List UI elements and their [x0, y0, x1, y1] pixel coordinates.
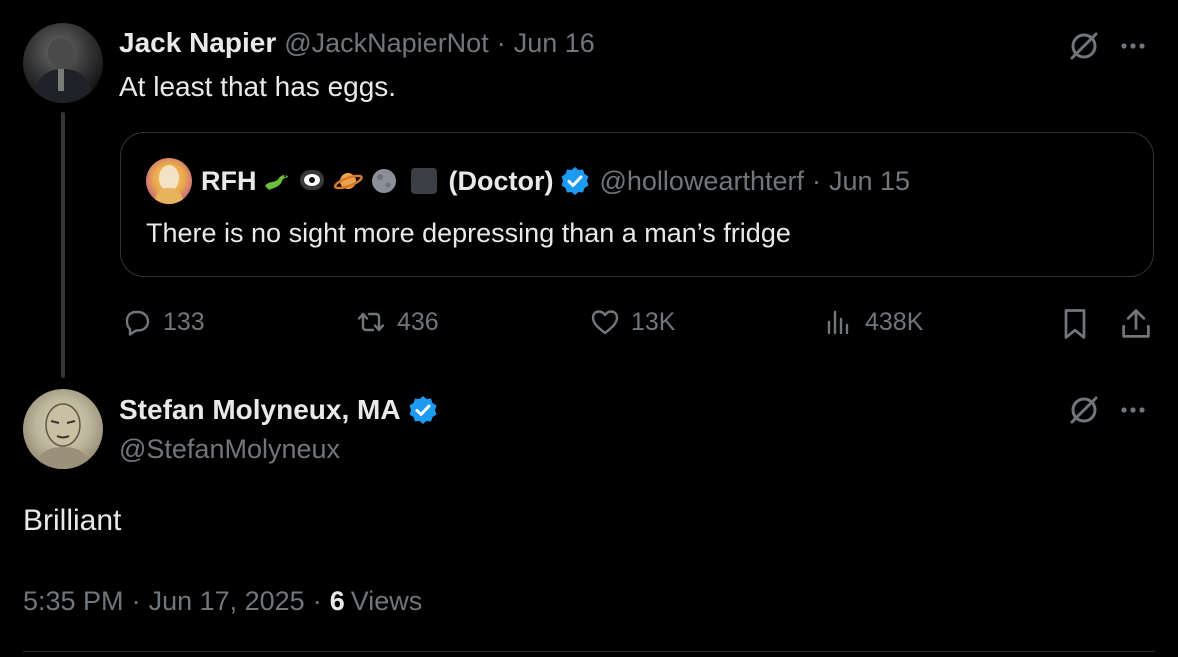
thread-connector-line: [61, 112, 65, 378]
main-views-label: Views: [350, 585, 423, 616]
main-author-handle[interactable]: @StefanMolyneux: [119, 430, 340, 468]
parent-tweet-header: Jack Napier @JackNapierNot · Jun 16: [119, 24, 595, 62]
repost-count: 436: [397, 307, 439, 336]
views-icon: [827, 310, 849, 335]
more-button-parent[interactable]: [1113, 26, 1153, 66]
bookmark-icon: [1064, 309, 1086, 339]
main-author-name[interactable]: Stefan Molyneux, MA: [119, 394, 401, 426]
avatar-jack-napier[interactable]: [23, 23, 103, 103]
repost-button[interactable]: 436: [355, 306, 439, 338]
verified-badge-icon[interactable]: [407, 394, 439, 426]
ringed-planet-emoji-icon: [333, 173, 363, 190]
quoted-author-handle[interactable]: @hollowearthterf: [599, 166, 804, 197]
more-button-main[interactable]: [1113, 390, 1153, 430]
avatar-stefan-molyneux-image: [35, 403, 91, 469]
reply-icon: [125, 310, 150, 336]
more-icon: [1121, 43, 1145, 49]
avatar-rfh-image: [154, 165, 184, 204]
like-count: 13K: [631, 307, 676, 336]
main-views-count: 6: [329, 585, 345, 616]
avatar-jack-napier-image: [31, 38, 95, 103]
parent-author-name[interactable]: Jack Napier: [119, 27, 276, 59]
main-meta-separator-2: ·: [312, 585, 322, 616]
parent-author-handle[interactable]: @JackNapierNot: [284, 28, 488, 59]
grok-icon: [1070, 396, 1098, 424]
parent-header-separator: ·: [496, 27, 506, 58]
eye-in-speech-bubble-emoji-icon: [299, 170, 324, 190]
heart-icon: [591, 310, 619, 335]
lizard-emoji-icon: [264, 174, 288, 190]
repost-icon: [357, 312, 385, 332]
like-button[interactable]: 13K: [589, 306, 675, 338]
share-button[interactable]: [1118, 304, 1154, 344]
bookmark-button[interactable]: [1057, 304, 1093, 344]
grok-button-parent[interactable]: [1064, 26, 1104, 66]
share-icon: [1122, 309, 1150, 338]
bottom-divider: [23, 651, 1155, 652]
moon-emoji-icon: [371, 169, 396, 193]
verified-badge-icon[interactable]: [559, 165, 591, 197]
quoted-tweet-text: There is no sight more depressing than a…: [146, 217, 791, 248]
main-tweet-time[interactable]: 5:35 PM: [23, 586, 124, 617]
main-tweet-header: Stefan Molyneux, MA: [119, 391, 439, 429]
quoted-author-name-suffix[interactable]: (Doctor): [449, 166, 554, 197]
grok-icon: [1070, 32, 1098, 60]
reply-count: 133: [163, 307, 205, 336]
quoted-author-name-prefix[interactable]: RFH: [201, 166, 257, 197]
parent-tweet-date[interactable]: Jun 16: [514, 28, 595, 59]
main-tweet-text: Brilliant: [23, 504, 122, 537]
main-tweet-date[interactable]: Jun 17, 2025: [149, 586, 305, 617]
views-button[interactable]: 438K: [823, 306, 923, 338]
more-icon: [1121, 407, 1145, 413]
main-tweet-meta: 5:35 PM · Jun 17, 2025 · 6 Views: [23, 582, 422, 620]
quoted-tweet-date[interactable]: Jun 15: [829, 166, 910, 197]
quoted-header-separator: ·: [812, 165, 821, 196]
quoted-tweet-header: RFH (Doctor) @hollowearthterf · Jun 15: [201, 162, 910, 200]
main-meta-separator: ·: [131, 585, 141, 616]
parent-tweet-text: At least that has eggs.: [119, 71, 397, 102]
avatar-stefan-molyneux[interactable]: [23, 389, 103, 469]
reply-button[interactable]: 133: [121, 306, 205, 338]
black-square-emoji-icon: [410, 168, 437, 194]
quoted-tweet-card[interactable]: [120, 132, 1154, 277]
avatar-rfh[interactable]: [146, 158, 192, 204]
views-count: 438K: [865, 307, 924, 336]
grok-button-main[interactable]: [1064, 390, 1104, 430]
